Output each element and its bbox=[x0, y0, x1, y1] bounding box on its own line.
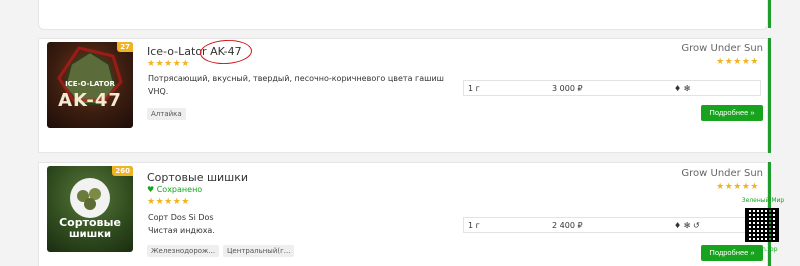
seller-rating-stars: ★★★★★ bbox=[716, 182, 759, 192]
accent-line bbox=[768, 38, 771, 153]
product-image[interactable]: 260 Сортовые шишки bbox=[47, 166, 133, 252]
weight: 1 г bbox=[468, 221, 480, 230]
description-line: VHQ. bbox=[148, 87, 169, 96]
price-row[interactable]: 1 г 2 400 ₽ ♦ ✻ ↺ bbox=[463, 217, 761, 233]
weight: 1 г bbox=[468, 84, 480, 93]
product-card[interactable]: 27 ICE-O-LATOR AK-47 Ice-o-Lator AK-47 ★… bbox=[38, 38, 768, 153]
image-title-top: Сортовые bbox=[59, 216, 121, 229]
image-title-top: ICE-O-LATOR bbox=[65, 80, 115, 88]
product-image[interactable]: 27 ICE-O-LATOR AK-47 bbox=[47, 42, 133, 128]
qr-bottom-label: green.top bbox=[748, 246, 778, 253]
description-line: Потрясающий, вкусный, твердый, песочно-к… bbox=[148, 74, 444, 83]
delivery-icons: ♦ ✻ bbox=[674, 84, 691, 93]
rating-stars: ★★★★★ bbox=[147, 197, 190, 207]
qr-watermark: Зеленый Мир green.top bbox=[741, 197, 785, 255]
seller-rating-stars: ★★★★★ bbox=[716, 57, 759, 67]
product-description: Потрясающий, вкусный, твердый, песочно-к… bbox=[148, 72, 444, 98]
price: 2 400 ₽ bbox=[552, 221, 583, 230]
previous-card bbox=[38, 0, 768, 30]
accent-line bbox=[768, 0, 771, 28]
saved-label: Сохранено bbox=[156, 185, 203, 194]
heart-icon: ♥ bbox=[147, 185, 155, 194]
seller-name[interactable]: Grow Under Sun bbox=[681, 168, 763, 179]
price-row[interactable]: 1 г 3 000 ₽ ♦ ✻ bbox=[463, 80, 761, 96]
page: 27 ICE-O-LATOR AK-47 Ice-o-Lator AK-47 ★… bbox=[0, 0, 800, 266]
product-title[interactable]: Сортовые шишки bbox=[147, 171, 248, 184]
description-line: Чистая индюха. bbox=[148, 226, 215, 235]
image-title-main: AK-47 bbox=[58, 90, 122, 111]
rating-stars: ★★★★★ bbox=[147, 59, 190, 69]
qr-code bbox=[745, 208, 779, 242]
price: 3 000 ₽ bbox=[552, 84, 583, 93]
saved-status[interactable]: ♥ Сохранено bbox=[147, 185, 202, 194]
product-description: Сорт Dos Si Dos Чистая индюха. bbox=[148, 211, 215, 237]
location-tag[interactable]: Центральный(г... bbox=[223, 245, 295, 257]
location-tag[interactable]: Железнодорож... bbox=[147, 245, 220, 257]
location-tag[interactable]: Алтайка bbox=[147, 108, 186, 120]
details-button[interactable]: Подробнее » bbox=[701, 105, 763, 121]
description-line: Сорт Dos Si Dos bbox=[148, 213, 214, 222]
image-title-main: шишки bbox=[68, 229, 112, 240]
qr-top-label: Зеленый Мир bbox=[741, 197, 785, 204]
delivery-icons: ♦ ✻ ↺ bbox=[674, 221, 700, 230]
seller-name[interactable]: Grow Under Sun bbox=[681, 43, 763, 54]
product-card[interactable]: 260 Сортовые шишки Сортовые шишки ♥ Сохр… bbox=[38, 162, 768, 266]
